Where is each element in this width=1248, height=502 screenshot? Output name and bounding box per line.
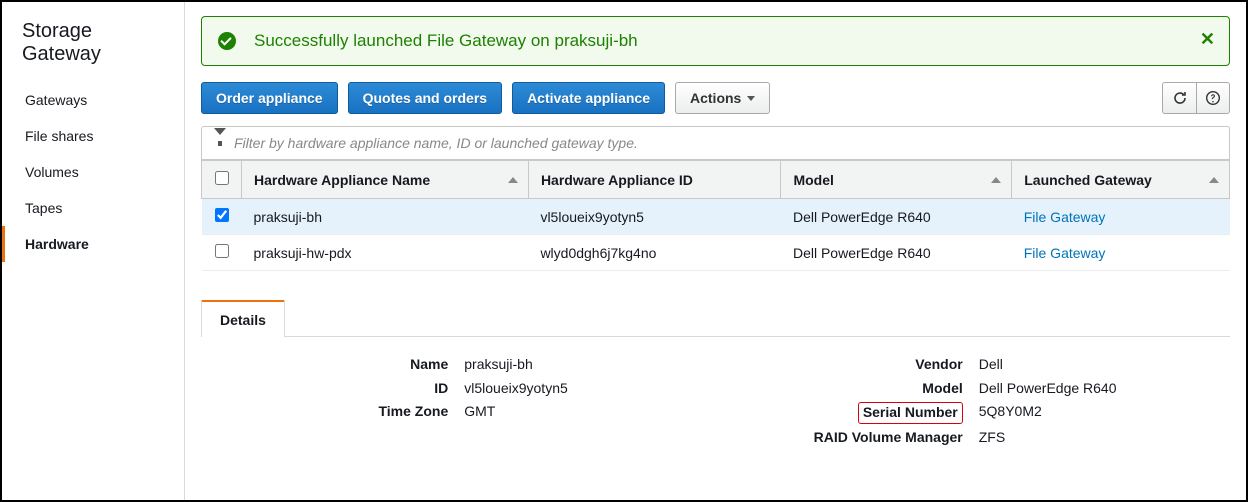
row-checkbox[interactable] [215, 244, 229, 258]
activate-appliance-button[interactable]: Activate appliance [512, 82, 665, 114]
refresh-button[interactable] [1162, 82, 1196, 114]
cell-name: praksuji-bh [242, 199, 529, 235]
detail-serial-value: 5Q8Y0M2 [973, 402, 1230, 424]
header-name-label: Hardware Appliance Name [254, 172, 430, 188]
sidebar-item-hardware[interactable]: Hardware [2, 226, 184, 262]
sidebar-title: Storage Gateway [2, 20, 184, 82]
help-icon [1205, 90, 1221, 106]
detail-serial-label: Serial Number [716, 402, 973, 424]
detail-timezone-label: Time Zone [201, 402, 458, 422]
detail-name-value: praksuji-bh [458, 355, 715, 375]
main-content: Successfully launched File Gateway on pr… [185, 2, 1246, 500]
sidebar-item-gateways[interactable]: Gateways [2, 82, 184, 118]
success-check-icon [218, 32, 236, 50]
cell-model: Dell PowerEdge R640 [781, 235, 1012, 271]
sidebar-item-tapes[interactable]: Tapes [2, 190, 184, 226]
gateway-link[interactable]: File Gateway [1024, 245, 1106, 261]
tabs: Details [201, 299, 1230, 337]
hardware-table: Hardware Appliance Name Hardware Applian… [201, 160, 1230, 271]
serial-number-highlight: Serial Number [858, 402, 963, 424]
detail-name-label: Name [201, 355, 458, 375]
detail-id-label: ID [201, 379, 458, 399]
filter-bar[interactable]: Filter by hardware appliance name, ID or… [201, 126, 1230, 160]
header-model[interactable]: Model [781, 161, 1012, 199]
header-id-label: Hardware Appliance ID [541, 172, 693, 188]
details-panel: Namepraksuji-bh IDvl5loueix9yotyn5 Time … [201, 337, 1230, 465]
filter-placeholder: Filter by hardware appliance name, ID or… [234, 135, 638, 151]
caret-down-icon [747, 96, 755, 101]
header-model-label: Model [793, 172, 833, 188]
row-checkbox[interactable] [215, 208, 229, 222]
cell-id: wlyd0dgh6j7kg4no [528, 235, 781, 271]
header-name[interactable]: Hardware Appliance Name [242, 161, 529, 199]
sidebar: Storage Gateway Gateways File shares Vol… [2, 2, 185, 500]
detail-model-label: Model [716, 379, 973, 399]
sidebar-item-file-shares[interactable]: File shares [2, 118, 184, 154]
sort-caret-icon [991, 177, 1001, 183]
alert-message: Successfully launched File Gateway on pr… [254, 31, 638, 51]
detail-vendor-value: Dell [973, 355, 1230, 375]
quotes-and-orders-button[interactable]: Quotes and orders [348, 82, 502, 114]
detail-serial-label-text: Serial Number [863, 404, 958, 420]
sort-caret-icon [1209, 177, 1219, 183]
actions-dropdown-button[interactable]: Actions [675, 82, 770, 114]
tab-details[interactable]: Details [201, 300, 285, 337]
alert-close-button[interactable]: ✕ [1200, 29, 1215, 50]
detail-timezone-value: GMT [458, 402, 715, 422]
table-row[interactable]: praksuji-bh vl5loueix9yotyn5 Dell PowerE… [202, 199, 1230, 235]
detail-model-value: Dell PowerEdge R640 [973, 379, 1230, 399]
sort-caret-icon [508, 177, 518, 183]
order-appliance-button[interactable]: Order appliance [201, 82, 338, 114]
detail-id-value: vl5loueix9yotyn5 [458, 379, 715, 399]
table-row[interactable]: praksuji-hw-pdx wlyd0dgh6j7kg4no Dell Po… [202, 235, 1230, 271]
help-button[interactable] [1196, 82, 1230, 114]
header-gateway[interactable]: Launched Gateway [1012, 161, 1230, 199]
toolbar: Order appliance Quotes and orders Activa… [201, 82, 1230, 114]
filter-icon [214, 135, 226, 151]
cell-id: vl5loueix9yotyn5 [528, 199, 781, 235]
detail-raid-label: RAID Volume Manager [716, 428, 973, 448]
header-checkbox-cell [202, 161, 242, 199]
detail-vendor-label: Vendor [716, 355, 973, 375]
gateway-link[interactable]: File Gateway [1024, 209, 1106, 225]
icon-button-group [1162, 82, 1230, 114]
sidebar-item-volumes[interactable]: Volumes [2, 154, 184, 190]
header-gateway-label: Launched Gateway [1024, 172, 1152, 188]
refresh-icon [1172, 90, 1188, 106]
cell-name: praksuji-hw-pdx [242, 235, 529, 271]
header-id[interactable]: Hardware Appliance ID [528, 161, 781, 199]
cell-model: Dell PowerEdge R640 [781, 199, 1012, 235]
success-alert: Successfully launched File Gateway on pr… [201, 16, 1230, 66]
actions-label: Actions [690, 90, 741, 106]
select-all-checkbox[interactable] [215, 171, 229, 185]
detail-raid-value: ZFS [973, 428, 1230, 448]
details-col-right: VendorDell ModelDell PowerEdge R640 Seri… [716, 353, 1231, 449]
details-col-left: Namepraksuji-bh IDvl5loueix9yotyn5 Time … [201, 353, 716, 449]
